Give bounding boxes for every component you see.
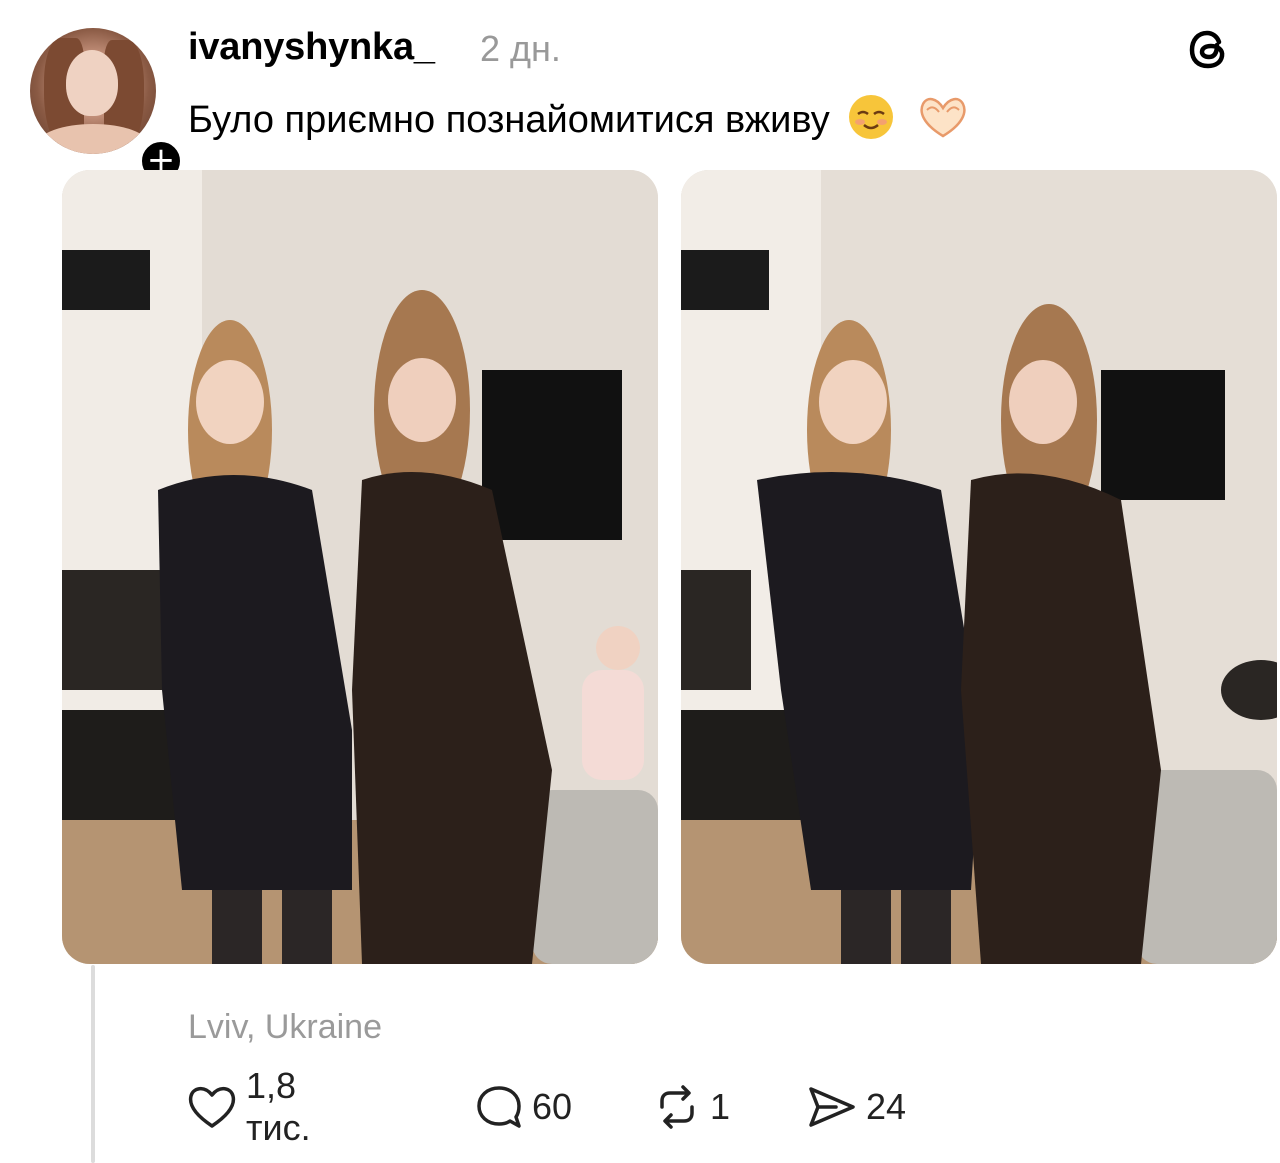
send-icon: [806, 1083, 858, 1131]
like-count: 1,8 тис.: [246, 1065, 311, 1148]
avatar-image: [30, 28, 156, 154]
comment-bubble-icon: [474, 1083, 524, 1131]
heart-hands-icon: [913, 92, 973, 152]
repost-button[interactable]: 1: [652, 1082, 730, 1132]
repost-icon: [652, 1083, 702, 1131]
heart-icon: [186, 1084, 238, 1130]
author-avatar[interactable]: +: [30, 28, 184, 184]
share-count: 24: [866, 1086, 907, 1127]
comment-button[interactable]: 60: [474, 1082, 572, 1132]
repost-count: 1: [710, 1086, 731, 1127]
thread-line: [91, 965, 95, 1163]
post-location[interactable]: Lviv, Ukraine: [188, 1008, 382, 1047]
comment-count: 60: [532, 1086, 573, 1127]
share-button[interactable]: 24: [806, 1082, 906, 1132]
smiling-face-icon: [846, 92, 896, 152]
post-photo-2[interactable]: [681, 170, 1277, 964]
post-timestamp: 2 дн.: [480, 28, 561, 69]
caption-text: Було приємно познайомитися вживу: [188, 99, 830, 142]
post-photo-1[interactable]: [62, 170, 658, 964]
threads-logo-icon[interactable]: [1184, 24, 1234, 74]
like-button[interactable]: 1,8 тис.: [186, 1065, 311, 1148]
author-username[interactable]: ivanyshynka_: [188, 26, 435, 69]
post-caption: Було приємно познайомитися вживу: [188, 92, 973, 152]
